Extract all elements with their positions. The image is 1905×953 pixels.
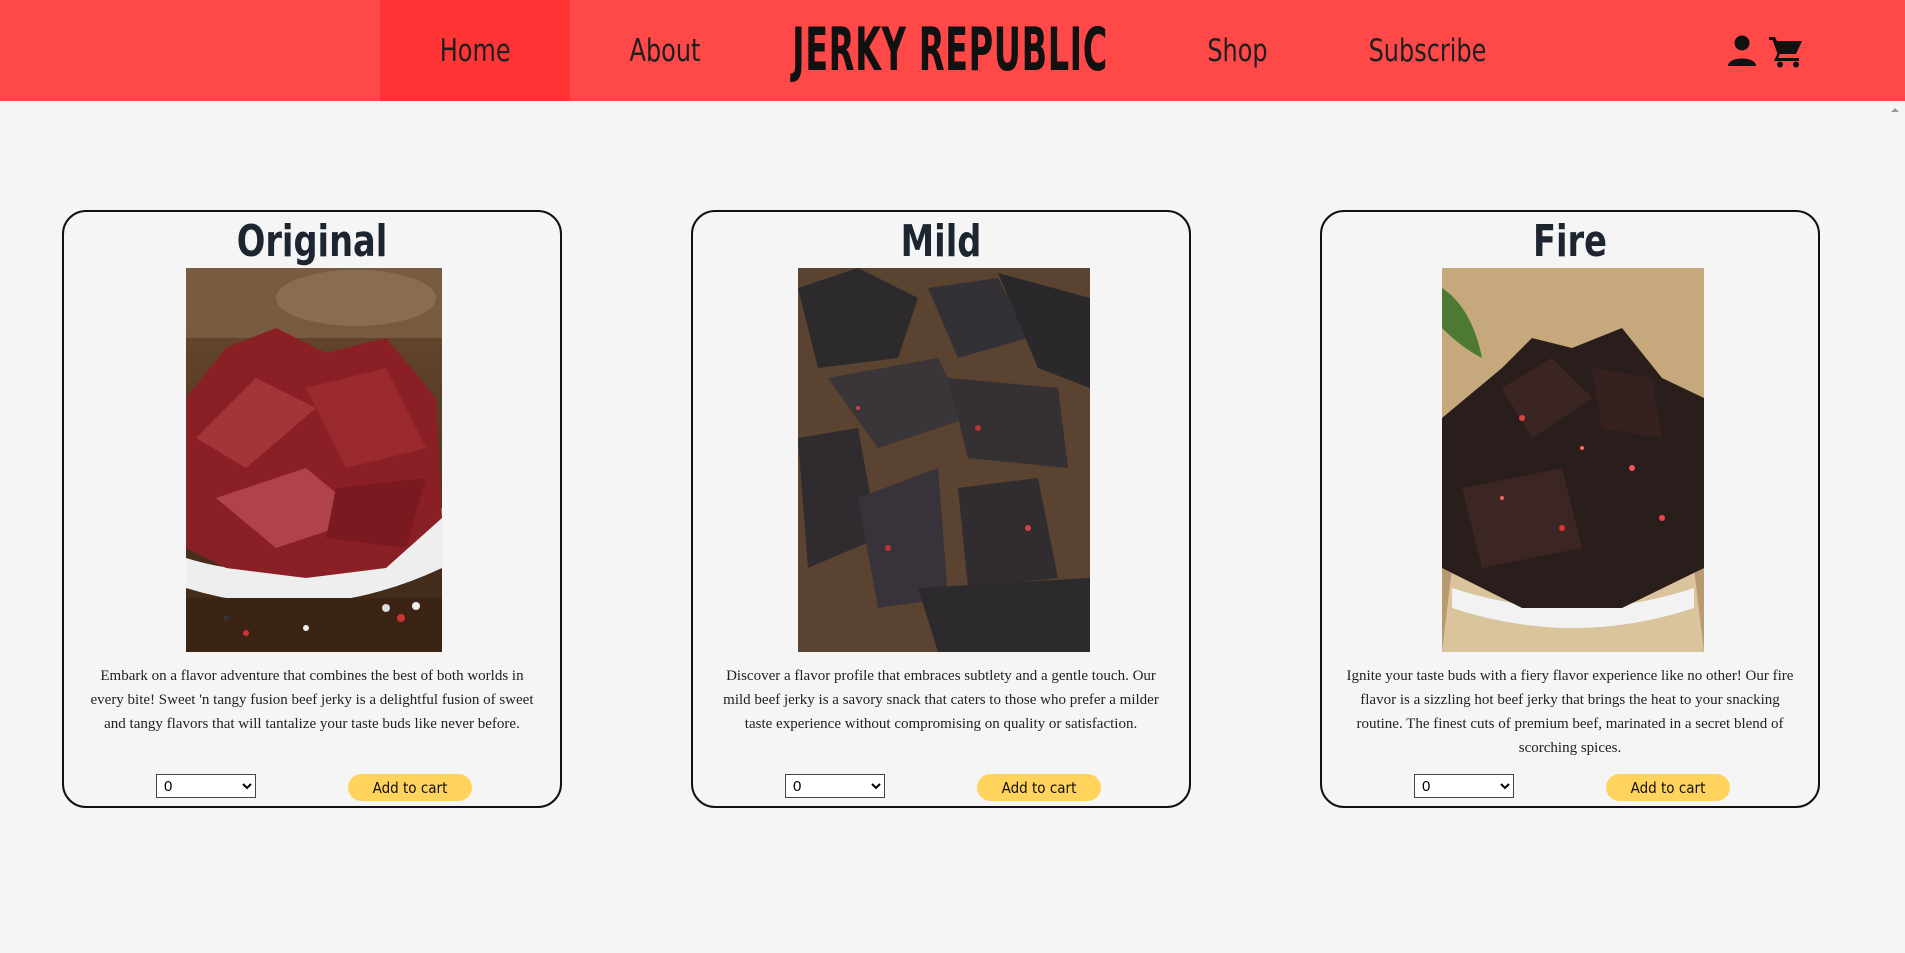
product-image-fire [1442, 268, 1704, 652]
product-image-original [186, 268, 442, 652]
product-title: Fire [1533, 216, 1607, 267]
quantity-select[interactable]: 0 [1414, 774, 1514, 798]
nav-about-link[interactable]: About [609, 0, 721, 101]
nav-home-label: Home [439, 32, 511, 69]
product-title: Mild [900, 216, 982, 267]
product-title: Original [236, 216, 388, 267]
product-image-mild [798, 268, 1090, 652]
nav-home-link[interactable]: Home [380, 0, 570, 101]
quantity-select[interactable]: 0 [785, 774, 885, 798]
cart-icon[interactable] [1768, 34, 1804, 68]
site-logo[interactable]: JERKY REPUBLIC [792, 8, 1107, 92]
nav-subscribe-link[interactable]: Subscribe [1365, 0, 1490, 101]
quantity-select[interactable]: 0 [156, 774, 256, 798]
scrollbar-up-arrow-icon[interactable] [1888, 103, 1902, 117]
add-to-cart-button[interactable]: Add to cart [348, 774, 472, 801]
product-description: Ignite your taste buds with a fiery flav… [1346, 668, 1794, 756]
product-card-mild: Mild Discover a flavor profile that embr… [691, 210, 1191, 808]
top-nav-bar: Home About JERKY REPUBLIC Shop Subscribe [0, 0, 1905, 101]
product-description: Embark on a flavor adventure that combin… [90, 668, 534, 732]
add-to-cart-button[interactable]: Add to cart [977, 774, 1101, 801]
user-icon[interactable] [1726, 34, 1758, 68]
product-card-fire: Fire Ignite your taste buds with a fiery… [1320, 210, 1820, 808]
nav-shop-link[interactable]: Shop [1188, 0, 1287, 101]
product-card-original: Original Embark on a flavor adventure th… [62, 210, 562, 808]
add-to-cart-button[interactable]: Add to cart [1606, 774, 1730, 801]
product-description: Discover a flavor profile that embraces … [723, 668, 1159, 732]
